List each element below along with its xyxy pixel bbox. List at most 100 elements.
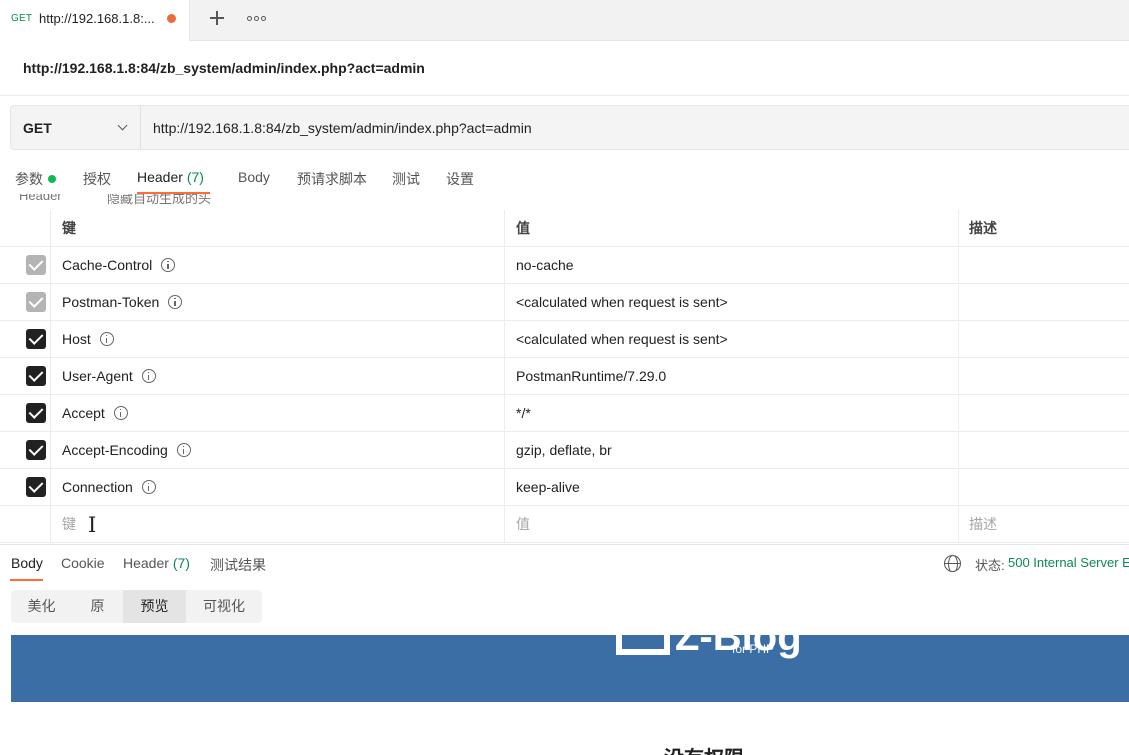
new-header-row: 键 值 描述 (0, 506, 1129, 543)
header-value-cell[interactable]: */* (505, 395, 959, 432)
response-tab-headers[interactable]: Header (7) (123, 555, 190, 571)
headers-subbar-peek: Header 隐藏自动生成的头 (0, 194, 1129, 210)
new-tab-plus-icon[interactable] (205, 6, 229, 30)
checkbox-icon[interactable] (26, 329, 46, 349)
info-icon[interactable] (99, 331, 114, 346)
info-icon[interactable] (168, 294, 183, 309)
checkbox-icon[interactable] (26, 477, 46, 497)
header-key: User-Agent (62, 368, 133, 384)
tab-headers-count: (7) (186, 169, 204, 185)
table-row: Cache-Control no-cache (0, 247, 1129, 284)
header-key-cell[interactable]: Cache-Control (51, 247, 505, 284)
tab-body[interactable]: Body (238, 169, 270, 185)
header-key-cell[interactable]: Host (51, 321, 505, 358)
header-value-cell[interactable]: PostmanRuntime/7.29.0 (505, 358, 959, 395)
header-description-cell[interactable] (959, 469, 1129, 506)
row-check-cell (0, 321, 51, 358)
header-value-cell[interactable]: <calculated when request is sent> (505, 321, 959, 358)
view-preview-button[interactable]: 预览 (123, 590, 186, 623)
info-icon[interactable] (141, 368, 156, 383)
info-icon[interactable] (141, 479, 156, 494)
table-row: Accept */* (0, 395, 1129, 432)
status-label: 状态: (975, 558, 1005, 573)
headers-subbar-label: Header (19, 194, 62, 203)
header-value-cell[interactable]: <calculated when request is sent> (505, 284, 959, 321)
response-tab-test-results[interactable]: 测试结果 (210, 555, 266, 575)
unsaved-dot-icon[interactable] (167, 14, 176, 23)
table-row: User-Agent PostmanRuntime/7.29.0 (0, 358, 1129, 395)
header-value-cell[interactable]: keep-alive (505, 469, 959, 506)
request-name[interactable]: http://192.168.1.8:84/zb_system/admin/in… (23, 60, 425, 76)
tab-auth[interactable]: 授权 (83, 169, 111, 189)
table-row: Connection keep-alive (0, 469, 1129, 506)
info-icon[interactable] (176, 442, 191, 457)
header-key-cell[interactable]: Accept (51, 395, 505, 432)
header-value-cell[interactable]: gzip, deflate, br (505, 432, 959, 469)
header-key: Accept-Encoding (62, 442, 168, 458)
response-tab-body[interactable]: Body (11, 555, 43, 571)
tab-title: http://192.168.1.8:... (39, 11, 155, 26)
url-input[interactable]: http://192.168.1.8:84/zb_system/admin/in… (153, 120, 532, 136)
header-description-cell[interactable] (959, 284, 1129, 321)
tab-headers-label: Header (137, 169, 183, 185)
table-row: Accept-Encoding gzip, deflate, br (0, 432, 1129, 469)
header-key-cell[interactable]: Postman-Token (51, 284, 505, 321)
tab-headers[interactable]: Header (7) (137, 169, 204, 185)
checkbox-icon[interactable] (26, 366, 46, 386)
view-raw-button[interactable]: 原 (72, 590, 123, 623)
more-tabs-icon[interactable] (247, 7, 271, 31)
header-description-cell[interactable] (959, 321, 1129, 358)
response-active-underline (10, 579, 43, 581)
tab-method-label: GET (11, 13, 33, 24)
header-key: Connection (62, 479, 133, 495)
globe-icon[interactable] (944, 555, 961, 572)
column-key: 键 (51, 210, 505, 247)
response-tab-cookie[interactable]: Cookie (61, 555, 105, 571)
preview-banner: Z-Blog for PHP (11, 635, 1129, 702)
row-check-cell (0, 358, 51, 395)
view-mode-group: 美化 原 预览 可视化 (11, 590, 262, 623)
tab-params[interactable]: 参数 (15, 169, 43, 189)
table-row: Host <calculated when request is sent> (0, 321, 1129, 358)
row-check-cell (0, 247, 51, 284)
new-row-check (0, 506, 51, 543)
status-value[interactable]: 500 Internal Server E (1008, 555, 1129, 570)
checkbox-icon[interactable] (26, 255, 46, 275)
header-key: Postman-Token (62, 294, 160, 310)
row-check-cell (0, 284, 51, 321)
hide-auto-headers-toggle[interactable]: 隐藏自动生成的头 (107, 194, 211, 207)
request-tab[interactable]: GET http://192.168.1.8:... (0, 0, 190, 41)
info-icon[interactable] (161, 257, 176, 272)
new-description-input[interactable]: 描述 (959, 506, 1129, 543)
header-key-cell[interactable]: User-Agent (51, 358, 505, 395)
header-description-cell[interactable] (959, 395, 1129, 432)
header-key-cell[interactable]: Connection (51, 469, 505, 506)
view-visualize-button[interactable]: 可视化 (186, 590, 262, 623)
tab-strip: GET http://192.168.1.8:... (0, 0, 1129, 41)
header-value-cell[interactable]: no-cache (505, 247, 959, 284)
column-value: 值 (505, 210, 959, 247)
preview-heading: 没有权限 (664, 742, 744, 755)
checkbox-icon[interactable] (26, 292, 46, 312)
header-description-cell[interactable] (959, 358, 1129, 395)
info-icon[interactable] (113, 405, 128, 420)
checkbox-icon[interactable] (26, 440, 46, 460)
divider (0, 95, 1129, 96)
url-bar: GET http://192.168.1.8:84/zb_system/admi… (10, 105, 1129, 150)
method-select[interactable]: GET (11, 106, 141, 149)
params-indicator-dot-icon (48, 175, 56, 183)
header-description-cell[interactable] (959, 432, 1129, 469)
view-pretty-button[interactable]: 美化 (11, 590, 72, 623)
header-description-cell[interactable] (959, 247, 1129, 284)
method-label: GET (23, 120, 52, 136)
tab-prerequest-script[interactable]: 预请求脚本 (297, 169, 367, 189)
text-cursor-icon: I (88, 513, 97, 537)
tab-tests[interactable]: 测试 (392, 169, 420, 189)
row-check-cell (0, 395, 51, 432)
table-row: Postman-Token <calculated when request is… (0, 284, 1129, 321)
header-key-cell[interactable]: Accept-Encoding (51, 432, 505, 469)
new-key-input[interactable]: 键 (51, 506, 505, 543)
new-value-input[interactable]: 值 (505, 506, 959, 543)
tab-settings[interactable]: 设置 (446, 169, 474, 189)
checkbox-icon[interactable] (26, 403, 46, 423)
